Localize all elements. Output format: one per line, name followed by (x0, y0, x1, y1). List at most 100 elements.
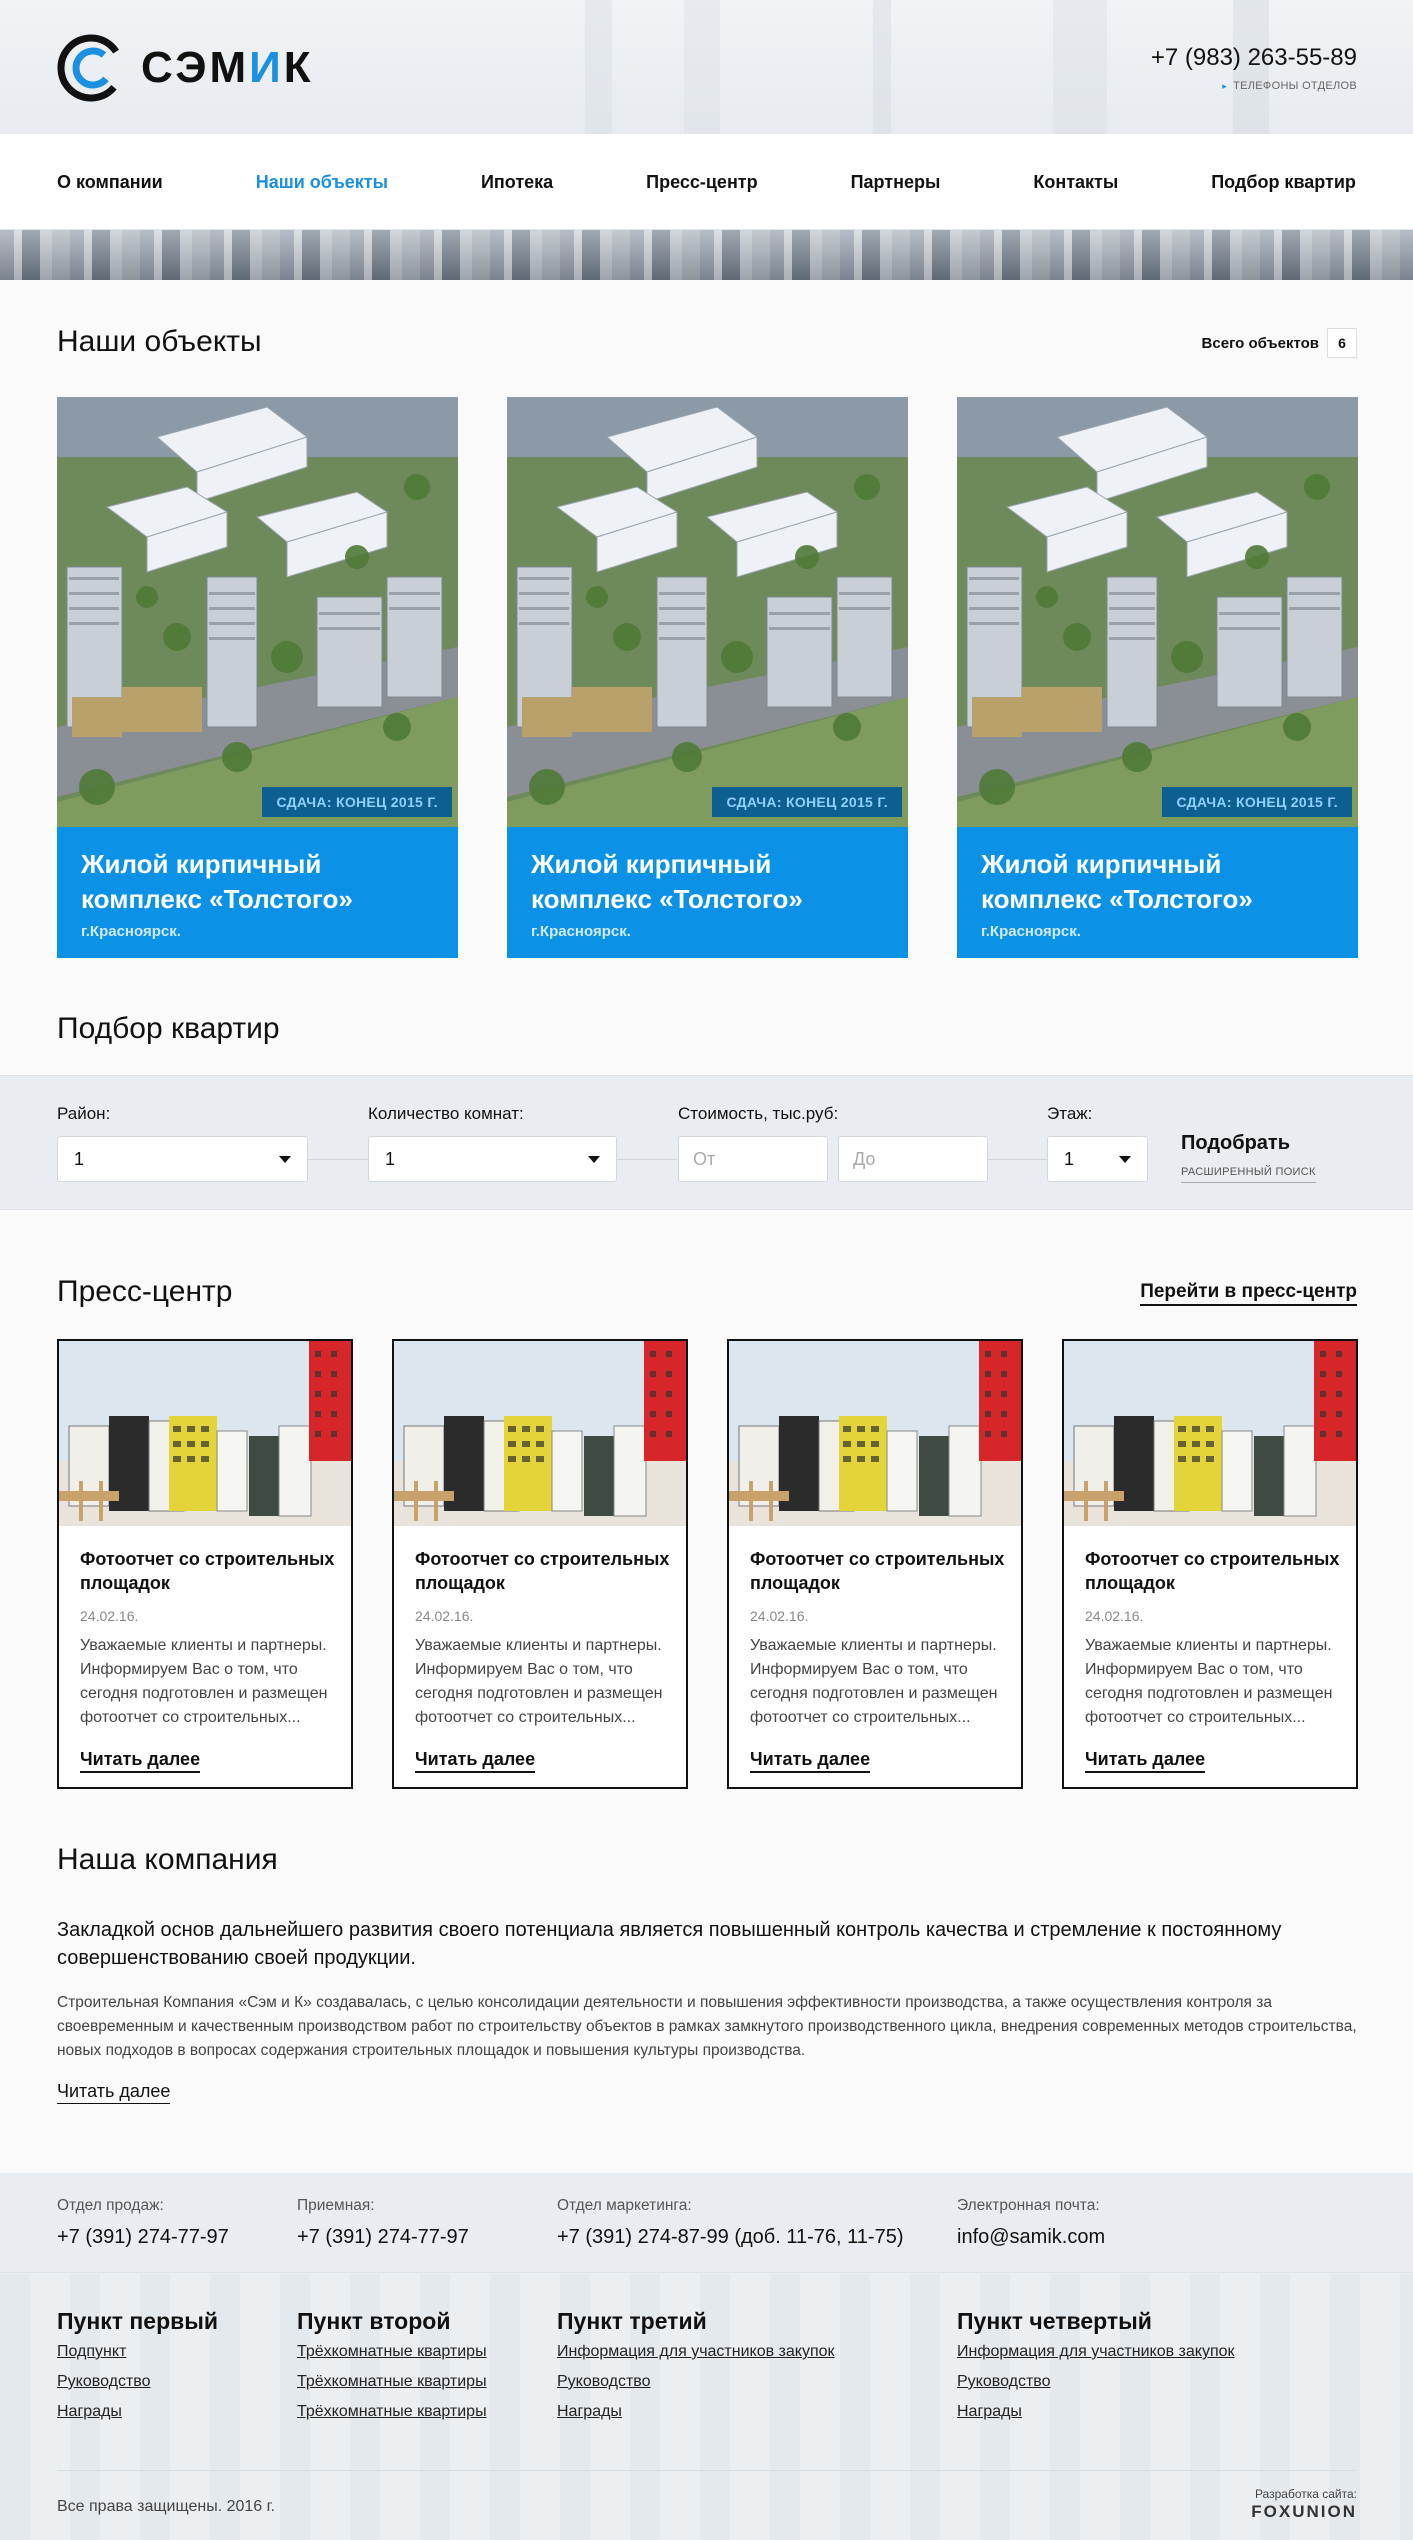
company-title: Наша компания (57, 1843, 278, 1876)
footer-link[interactable]: Награды (557, 2403, 622, 2421)
objects-total: Всего объектов 6 (1202, 328, 1357, 358)
footer-link[interactable]: Подпункт (57, 2343, 126, 2361)
nav-item-objects[interactable]: Наши объекты (256, 172, 388, 193)
news-title: Фотоотчет со строительных площадок (750, 1549, 1005, 1593)
news-title: Фотоотчет со строительных площадок (415, 1549, 670, 1593)
object-title: Жилой кирпичный комплекс «Толстого» (531, 849, 803, 914)
news-title: Фотоотчет со строительных площадок (80, 1549, 335, 1593)
object-image (57, 397, 458, 827)
news-card[interactable]: Фотоотчет со строительных площадок 24.02… (727, 1339, 1023, 1789)
footer-link[interactable]: Руководство (957, 2373, 1051, 2391)
footer-link[interactable]: Награды (957, 2403, 1022, 2421)
read-more-link[interactable]: Читать далее (750, 1749, 871, 1773)
read-more-link[interactable]: Читать далее (80, 1749, 201, 1773)
news-date: 24.02.16. (80, 1608, 139, 1624)
news-date: 24.02.16. (750, 1608, 809, 1624)
search-submit-button[interactable]: Подобрать (1181, 1132, 1290, 1155)
object-card[interactable]: СДАЧА: КОНЕЦ 2015 Г. Жилой кирпичный комп… (957, 397, 1358, 958)
header: СЭМИК +7 (983) 263-55-89 ▸ ТЕЛЕФОНЫ ОТДЕЛ… (0, 0, 1413, 134)
nav-item-press[interactable]: Пресс-центр (646, 172, 757, 193)
district-select[interactable]: 1 (57, 1136, 308, 1182)
news-image (59, 1341, 351, 1526)
news-card[interactable]: Фотоотчет со строительных площадок 24.02… (392, 1339, 688, 1789)
district-value: 1 (74, 1148, 85, 1169)
footer-link[interactable]: Руководство (557, 2373, 651, 2391)
rooms-label: Количество комнат: (368, 1104, 524, 1123)
price-from-input[interactable]: От (678, 1136, 828, 1182)
footer-link[interactable]: Трёхкомнатные квартиры (297, 2373, 487, 2391)
developer-logo[interactable]: FOXUNION (1251, 2502, 1357, 2522)
object-info: Жилой кирпичный комплекс «Толстого» г.Кра… (507, 827, 908, 958)
news-date: 24.02.16. (415, 1608, 474, 1624)
nav-item-mortgage[interactable]: Ипотека (481, 172, 553, 193)
main-nav: О компании Наши объекты Ипотека Пресс-це… (0, 134, 1413, 230)
object-city: г.Красноярск. (981, 923, 1081, 940)
city-banner (0, 230, 1413, 280)
price-label: Стоимость, тыс.руб: (678, 1104, 839, 1123)
news-image (394, 1341, 686, 1526)
news-image (729, 1341, 1021, 1526)
nav-item-partners[interactable]: Партнеры (851, 172, 941, 193)
logo[interactable]: СЭМИК (57, 32, 327, 104)
floor-select[interactable]: 1 (1047, 1136, 1148, 1182)
price-to-input[interactable]: До (838, 1136, 988, 1182)
news-excerpt: Уважаемые клиенты и партнеры. Информируе… (750, 1637, 998, 1726)
contact-label: Отдел продаж: (57, 2197, 164, 2214)
nav-item-apartments[interactable]: Подбор квартир (1211, 172, 1356, 193)
object-card[interactable]: СДАЧА: КОНЕЦ 2015 Г. Жилой кирпичный комп… (57, 397, 458, 958)
read-more-link[interactable]: Читать далее (1085, 1749, 1206, 1773)
footer-column-title: Пункт первый (57, 2308, 219, 2334)
divider (988, 1159, 1048, 1160)
news-title: Фотоотчет со строительных площадок (1085, 1549, 1340, 1593)
objects-total-label: Всего объектов (1201, 334, 1319, 352)
footer-column-title: Пункт второй (297, 2308, 451, 2334)
contact-value[interactable]: +7 (391) 274-87-99 (доб. 11-76, 11-75) (557, 2226, 903, 2249)
footer-link[interactable]: Трёхкомнатные квартиры (297, 2343, 487, 2361)
header-phone[interactable]: +7 (983) 263-55-89 (1151, 44, 1357, 72)
floor-value: 1 (1064, 1148, 1075, 1169)
phones-link-label: ТЕЛЕФОНЫ ОТДЕЛОВ (1233, 80, 1357, 92)
objects-total-count: 6 (1327, 328, 1357, 358)
press-title: Пресс-центр (57, 1275, 233, 1308)
footer-link[interactable]: Награды (57, 2403, 122, 2421)
footer-link[interactable]: Трёхкомнатные квартиры (297, 2403, 487, 2421)
contact-value[interactable]: +7 (391) 274-77-97 (57, 2226, 229, 2249)
read-more-link[interactable]: Читать далее (415, 1749, 536, 1773)
object-image (957, 397, 1358, 827)
logo-text: СЭМИК (141, 43, 314, 92)
contact-value[interactable]: info@samik.com (957, 2226, 1105, 2249)
footer-column-title: Пункт четвертый (957, 2308, 1152, 2334)
objects-title: Наши объекты (57, 325, 262, 358)
footer-link[interactable]: Информация для участников закупок (957, 2343, 1235, 2361)
press-center-link[interactable]: Перейти в пресс-центр (1140, 1281, 1357, 1306)
news-card[interactable]: Фотоотчет со строительных площадок 24.02… (1062, 1339, 1358, 1789)
object-info: Жилой кирпичный комплекс «Толстого» г.Кра… (57, 827, 458, 958)
footer-link[interactable]: Руководство (57, 2373, 151, 2391)
object-badge: СДАЧА: КОНЕЦ 2015 Г. (1162, 787, 1352, 817)
news-date: 24.02.16. (1085, 1608, 1144, 1624)
object-info: Жилой кирпичный комплекс «Толстого» г.Кра… (957, 827, 1358, 958)
news-excerpt: Уважаемые клиенты и партнеры. Информируе… (80, 1637, 328, 1726)
news-card[interactable]: Фотоотчет со строительных площадок 24.02… (57, 1339, 353, 1789)
district-label: Район: (57, 1104, 111, 1123)
nav-item-contacts[interactable]: Контакты (1033, 172, 1118, 193)
advanced-search-link[interactable]: РАСШИРЕННЫЙ ПОИСК (1181, 1166, 1316, 1183)
object-badge: СДАЧА: КОНЕЦ 2015 Г. (712, 787, 902, 817)
news-excerpt: Уважаемые клиенты и партнеры. Информируе… (415, 1637, 663, 1726)
object-card[interactable]: СДАЧА: КОНЕЦ 2015 Г. Жилой кирпичный комп… (507, 397, 908, 958)
caret-down-icon (1119, 1156, 1131, 1163)
object-image (507, 397, 908, 827)
company-lead: Закладкой основ дальнейшего развития сво… (57, 1919, 1282, 1969)
phones-link[interactable]: ▸ ТЕЛЕФОНЫ ОТДЕЛОВ (1222, 80, 1357, 92)
rooms-select[interactable]: 1 (368, 1136, 617, 1182)
contact-label: Электронная почта: (957, 2197, 1100, 2214)
contact-value[interactable]: +7 (391) 274-77-97 (297, 2226, 469, 2249)
footer-link[interactable]: Информация для участников закупок (557, 2343, 835, 2361)
nav-item-about[interactable]: О компании (57, 172, 163, 193)
news-image (1064, 1341, 1356, 1526)
company-read-more-link[interactable]: Читать далее (57, 2081, 171, 2104)
contact-label: Отдел маркетинга: (557, 2197, 692, 2214)
floor-label: Этаж: (1047, 1104, 1093, 1123)
rooms-value: 1 (385, 1148, 396, 1169)
object-city: г.Красноярск. (531, 923, 631, 940)
